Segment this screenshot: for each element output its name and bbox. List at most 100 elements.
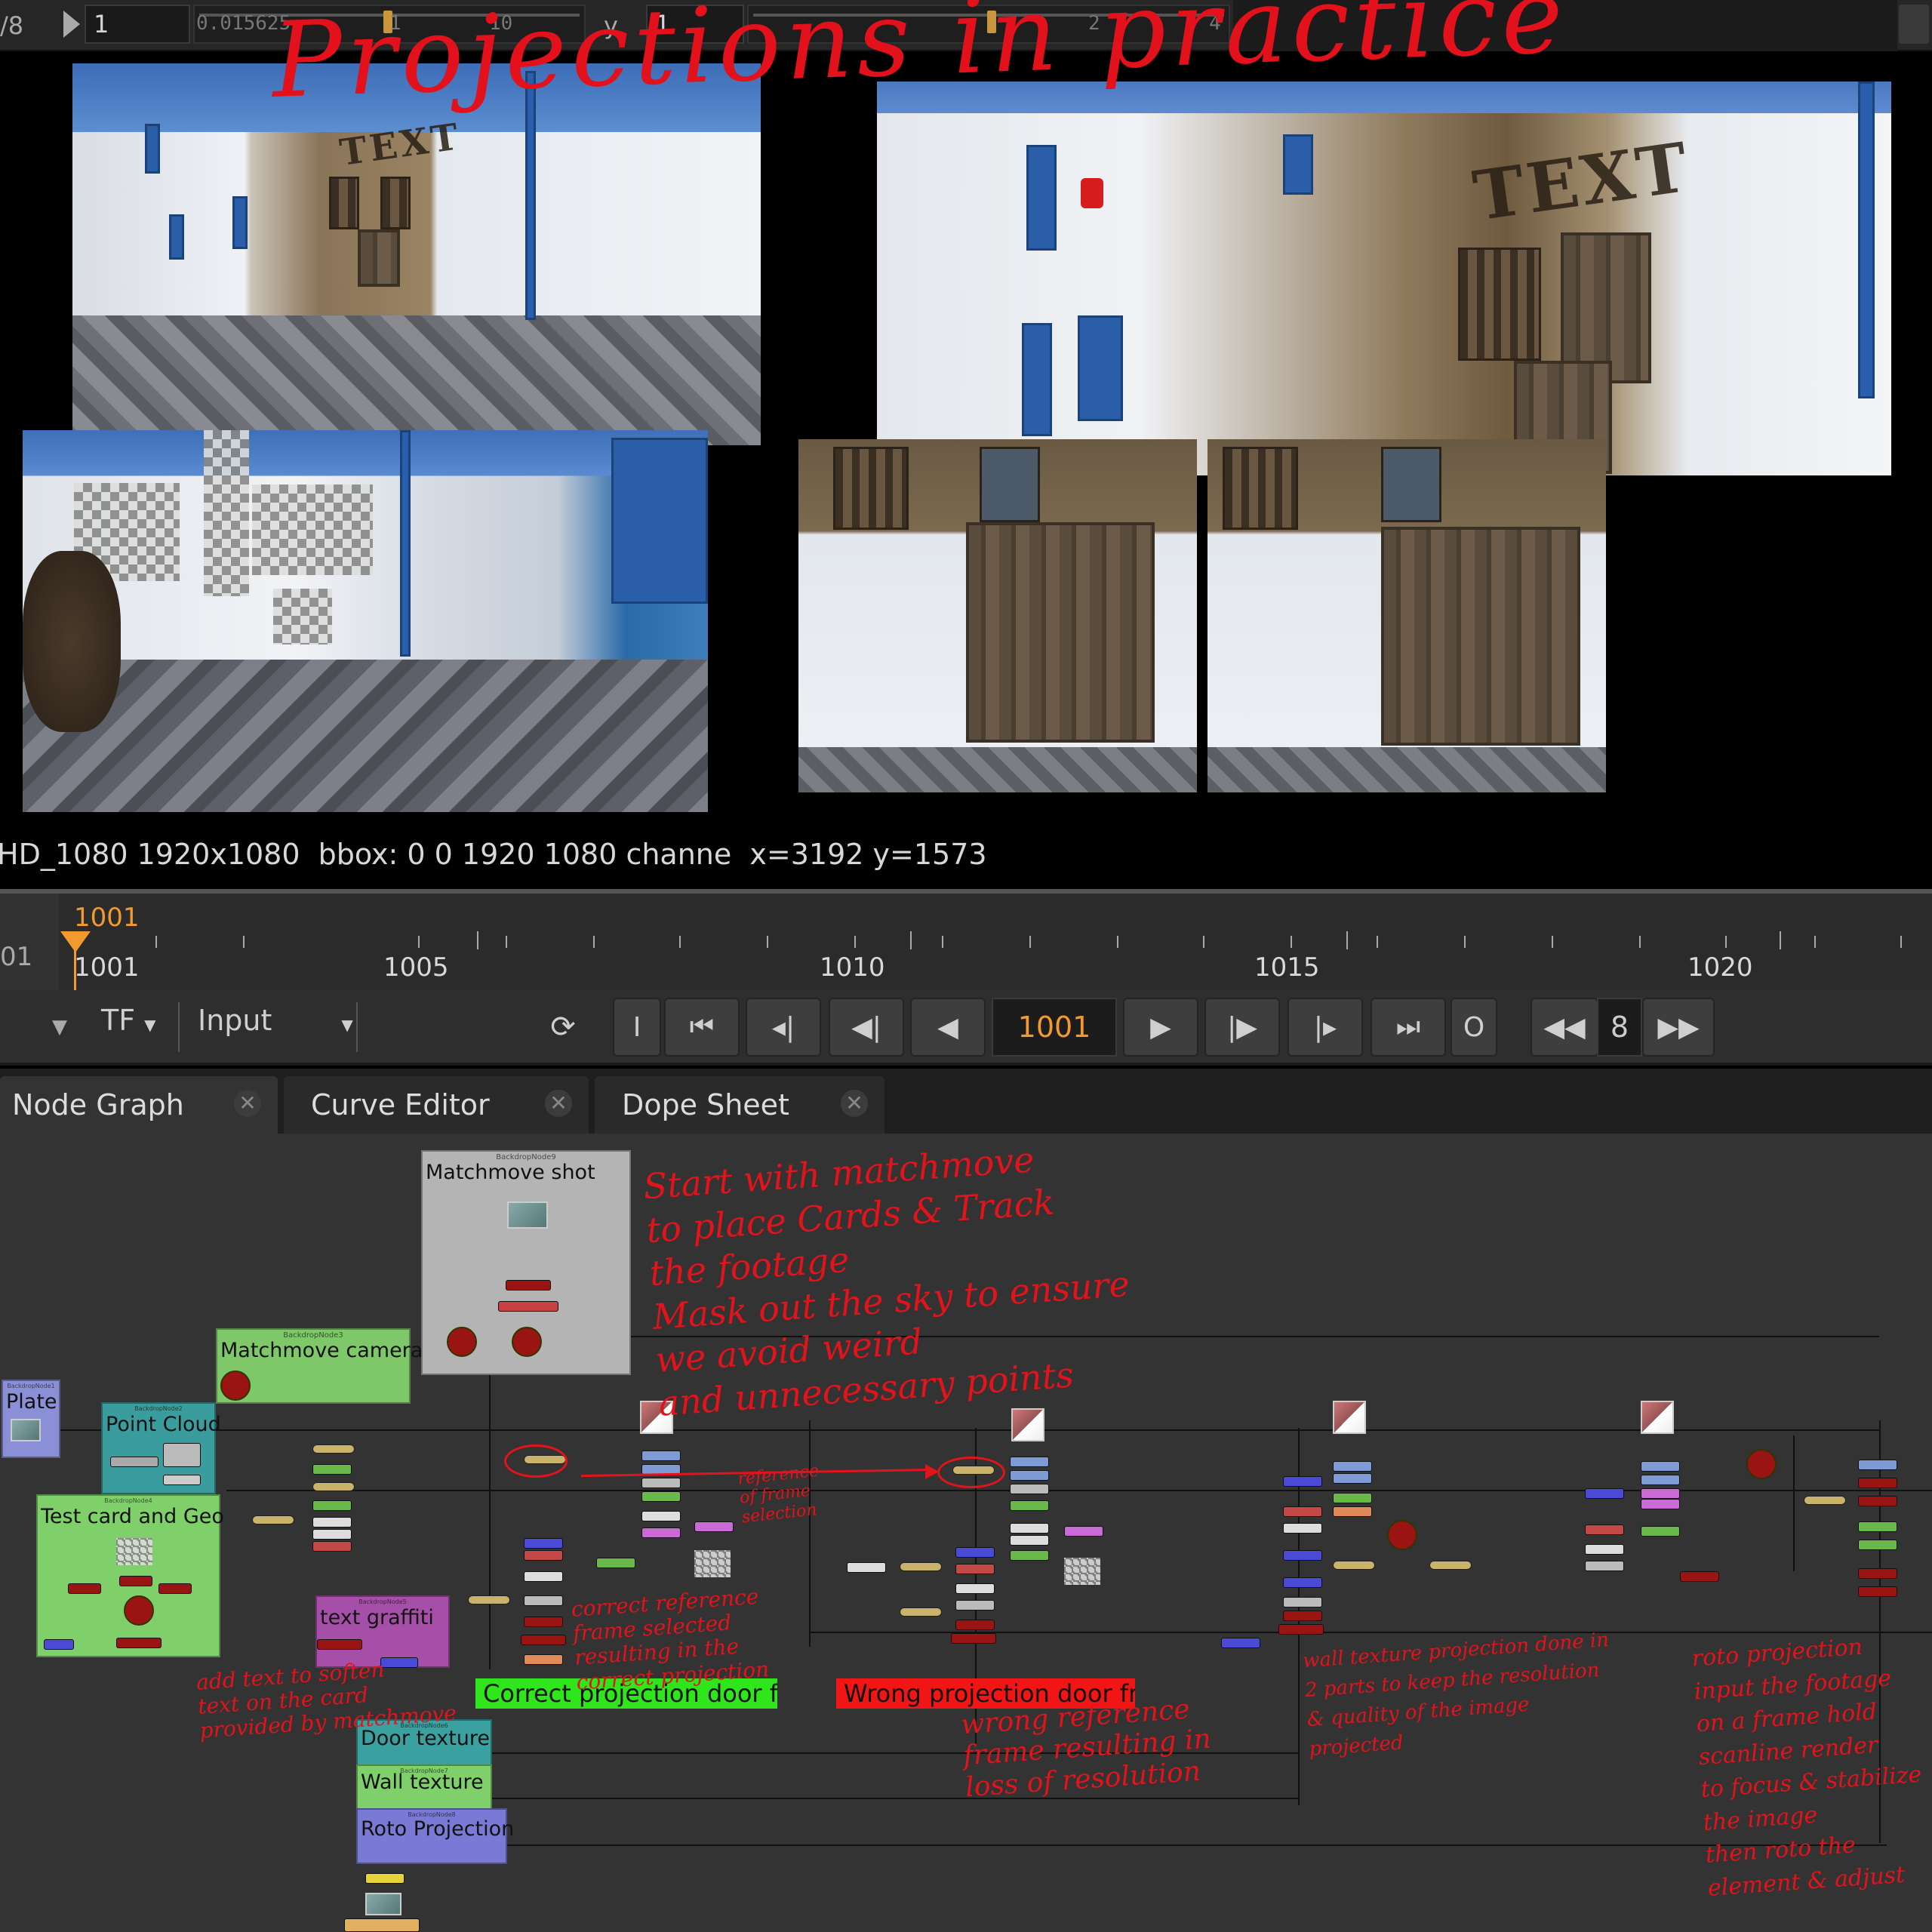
card-node[interactable] — [955, 1620, 995, 1630]
color-node[interactable] — [694, 1521, 734, 1532]
grade-node[interactable] — [1858, 1540, 1897, 1550]
transform-node[interactable] — [1010, 1457, 1049, 1467]
merge-node[interactable] — [1283, 1577, 1322, 1588]
current-frame-field[interactable]: 1001 — [992, 998, 1117, 1057]
merge-node[interactable] — [1283, 1476, 1322, 1487]
read-node-thumbnail[interactable] — [1333, 1401, 1366, 1434]
transform-node[interactable] — [1858, 1460, 1897, 1470]
grade-node[interactable] — [1010, 1500, 1049, 1511]
camera-node[interactable] — [447, 1327, 477, 1357]
premult-node[interactable] — [312, 1529, 352, 1540]
color-node[interactable] — [641, 1527, 681, 1538]
scanline-render-node[interactable] — [116, 1638, 162, 1648]
copy-node[interactable] — [524, 1550, 563, 1561]
merge-node[interactable] — [1585, 1488, 1624, 1499]
in-point-button[interactable]: I — [613, 998, 661, 1057]
scanline-render-node[interactable] — [1858, 1586, 1897, 1597]
first-frame-button[interactable]: ⏮ — [664, 998, 740, 1057]
close-icon[interactable]: ✕ — [545, 1090, 572, 1117]
transform-node[interactable] — [1641, 1475, 1680, 1485]
grade-node[interactable] — [312, 1464, 352, 1475]
camera-node[interactable] — [220, 1371, 251, 1401]
backdrop-point-cloud[interactable]: BackdropNode2 Point Cloud — [101, 1402, 221, 1494]
checkerboard-node[interactable] — [694, 1550, 731, 1577]
node[interactable] — [641, 1478, 681, 1488]
playback-loop-icon[interactable]: ⟳ — [540, 998, 586, 1057]
copy-node[interactable] — [1585, 1524, 1624, 1535]
premult-node[interactable] — [1585, 1544, 1624, 1555]
backdrop-matchmove-camera[interactable]: BackdropNode3 Matchmove camera — [216, 1328, 423, 1404]
checkerboard-node[interactable] — [1064, 1558, 1100, 1585]
frame-increment-field[interactable]: 8 — [1597, 998, 1642, 1057]
prev-keyframe-button[interactable]: ◂| — [746, 998, 821, 1057]
scanline-render-node[interactable] — [317, 1639, 362, 1650]
node[interactable] — [955, 1600, 995, 1611]
read-node-thumbnail[interactable] — [11, 1419, 41, 1441]
framehold-node[interactable] — [468, 1595, 510, 1604]
copy-node[interactable] — [955, 1564, 995, 1574]
grade-node[interactable] — [312, 1500, 352, 1511]
scanline-render-node[interactable] — [1858, 1496, 1897, 1506]
checkerboard-node[interactable] — [116, 1538, 152, 1565]
transform-node[interactable] — [1333, 1473, 1372, 1484]
read-node-thumbnail[interactable] — [507, 1201, 548, 1229]
merge-node[interactable] — [524, 1538, 563, 1549]
write-node[interactable] — [365, 1873, 405, 1884]
out-point-button[interactable]: O — [1451, 998, 1497, 1057]
play-arrow-icon[interactable] — [63, 11, 80, 38]
tab-dope-sheet[interactable]: Dope Sheet ✕ — [595, 1076, 884, 1134]
card-node[interactable] — [1680, 1571, 1719, 1582]
read-node-thumbnail[interactable] — [1011, 1408, 1044, 1441]
tf-dropdown[interactable]: TF ▼ — [101, 1004, 156, 1037]
card-node[interactable] — [158, 1583, 192, 1594]
card-node[interactable] — [68, 1583, 101, 1594]
timeline[interactable]: 01 1001 1005 1010 1015 1020 1001 — [0, 889, 1932, 995]
transform-node[interactable] — [1010, 1470, 1049, 1481]
node[interactable] — [1283, 1597, 1322, 1607]
viewer-mode-dropdown[interactable]: ▼ — [0, 998, 78, 1057]
node[interactable] — [524, 1595, 563, 1606]
transform-node[interactable] — [1641, 1461, 1680, 1472]
project3d-node[interactable] — [312, 1541, 352, 1552]
card-node[interactable] — [1858, 1568, 1897, 1579]
read-node-thumbnail[interactable] — [1641, 1401, 1674, 1434]
scanline-render-node[interactable] — [951, 1633, 996, 1644]
framehold-node[interactable] — [312, 1482, 355, 1491]
merge-node[interactable] — [955, 1547, 995, 1558]
framehold-node[interactable] — [312, 1444, 355, 1454]
premult-node[interactable] — [641, 1511, 681, 1521]
merge-node[interactable] — [1283, 1550, 1322, 1561]
color-node[interactable] — [1064, 1526, 1103, 1537]
framehold-node[interactable] — [252, 1515, 294, 1524]
camera-node[interactable] — [1746, 1449, 1777, 1479]
backdrop-wall-texture[interactable]: BackdropNode7 Wall texture — [356, 1764, 492, 1810]
grade-node[interactable] — [1010, 1550, 1049, 1561]
backdrop-matchmove-shot[interactable]: BackdropNode9 Matchmove shot — [421, 1150, 631, 1375]
premult-node[interactable] — [1010, 1535, 1049, 1546]
timeline-ruler[interactable] — [59, 894, 1932, 990]
baked-mesh-node[interactable] — [163, 1443, 201, 1467]
next-keyframe-button[interactable]: |▸ — [1287, 998, 1363, 1057]
scene-node[interactable] — [512, 1327, 542, 1357]
grade-node[interactable] — [1641, 1526, 1680, 1537]
grade-node[interactable] — [1333, 1493, 1372, 1503]
backdrop-roto-projection[interactable]: BackdropNode8 Roto Projection — [356, 1808, 514, 1864]
scene-node[interactable] — [124, 1595, 154, 1626]
color-node[interactable] — [1641, 1499, 1680, 1509]
transform-node[interactable] — [641, 1451, 681, 1461]
premult-node[interactable] — [524, 1571, 563, 1582]
point-cloud-node[interactable] — [110, 1457, 158, 1467]
play-backward-button[interactable]: ◀ — [910, 998, 986, 1057]
grade-node[interactable] — [596, 1558, 635, 1568]
scanline-render-node[interactable] — [1278, 1624, 1324, 1635]
merge-node[interactable] — [1221, 1638, 1260, 1648]
input-dropdown[interactable]: Input ▼ — [198, 1004, 353, 1037]
card-node[interactable] — [524, 1617, 563, 1627]
premult-node[interactable] — [312, 1517, 352, 1527]
defocus-node[interactable] — [524, 1654, 563, 1665]
card-node[interactable] — [119, 1576, 152, 1586]
node[interactable] — [1333, 1506, 1372, 1517]
framehold-node[interactable] — [1804, 1496, 1846, 1505]
node[interactable] — [1010, 1484, 1049, 1494]
toolbar-menu-button[interactable] — [1899, 5, 1929, 44]
